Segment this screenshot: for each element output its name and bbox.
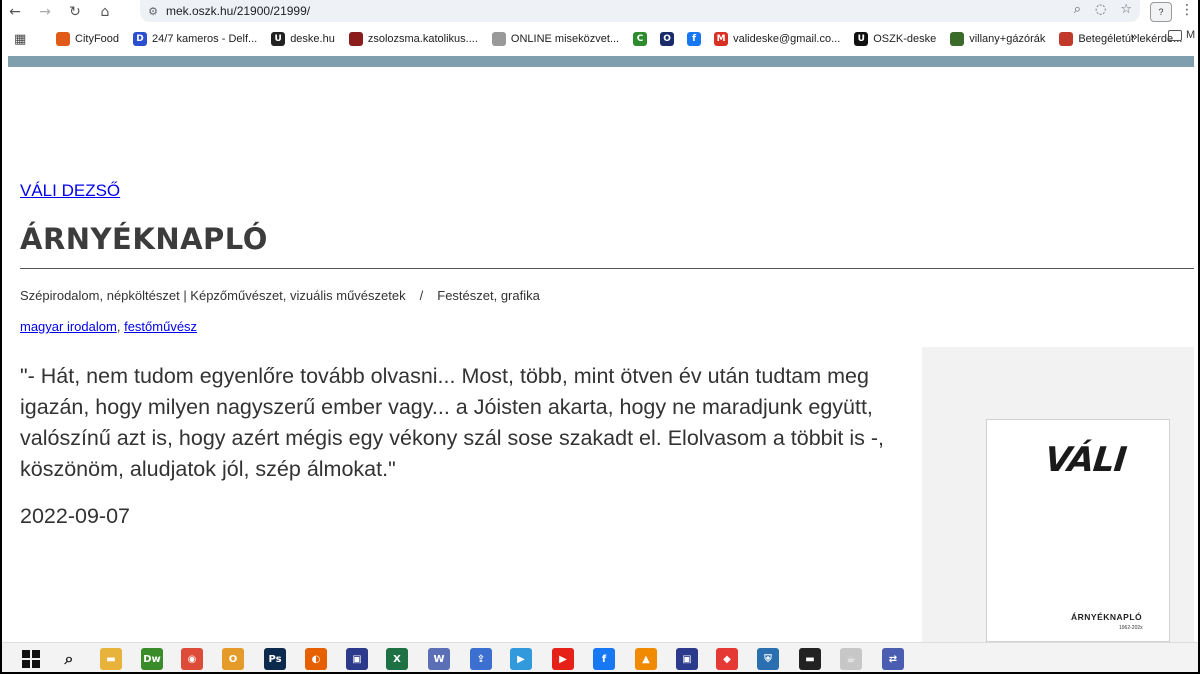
- youtube-icon[interactable]: ▶: [552, 648, 574, 670]
- bookmark-item[interactable]: f: [687, 32, 706, 46]
- green-circle-icon: C: [633, 32, 648, 46]
- zsolozsma-icon: [348, 32, 363, 46]
- bookmarks-bar: ▦ CityFood D 24/7 kameros - Delf... Udeske.…: [0, 26, 1200, 52]
- tag-separator: ,: [116, 319, 121, 334]
- network-app-icon[interactable]: ⇄: [882, 648, 904, 670]
- bookmark-item[interactable]: Mvalideske@gmail.co...: [714, 32, 840, 46]
- mise-icon: [491, 32, 506, 46]
- menu-dots-icon[interactable]: ⋮: [1180, 2, 1194, 18]
- forward-arrow-icon[interactable]: →: [30, 1, 60, 23]
- media-app-icon[interactable]: ▶: [510, 648, 532, 670]
- beteg-icon: [1059, 32, 1074, 46]
- bookmark-label: deske.hu: [290, 33, 335, 45]
- folder-icon: [1168, 29, 1182, 41]
- browser-toolbar: ← → ↻ ⌂ ⚙ mek.oszk.hu/21900/21999/ ⌕ ◌ ☆…: [0, 0, 1200, 24]
- floppy-icon[interactable]: ▣: [676, 648, 698, 670]
- page-title: ÁRNYÉKNAPLÓ: [20, 222, 268, 256]
- address-bar[interactable]: ⚙ mek.oszk.hu/21900/21999/ ⌕ ◌ ☆: [140, 0, 1140, 22]
- title-divider: [20, 268, 1194, 269]
- outlook-icon[interactable]: O: [222, 648, 244, 670]
- book-cover-image[interactable]: VÁLI ÁRNYÉKNAPLÓ 1962-202x: [986, 419, 1170, 642]
- oszk-icon: U: [854, 32, 869, 46]
- tag-link-festomuvesz[interactable]: festőművész: [124, 319, 197, 334]
- back-arrow-icon[interactable]: ←: [0, 1, 30, 23]
- bookmark-item[interactable]: D 24/7 kameros - Delf...: [133, 32, 257, 46]
- profile-avatar[interactable]: ?: [1150, 2, 1172, 22]
- bookmark-label: ONLINE miseközvet...: [510, 33, 620, 45]
- dreamweaver-icon[interactable]: Dw: [141, 648, 163, 670]
- bookmark-star-icon[interactable]: ☆: [1120, 2, 1132, 17]
- save-app-icon[interactable]: ▣: [346, 648, 368, 670]
- category-separator: /: [419, 288, 424, 303]
- deske-icon: U: [271, 32, 286, 46]
- facebook-taskbar-icon[interactable]: f: [593, 648, 615, 670]
- bookmark-label: valideske@gmail.co...: [733, 33, 841, 45]
- bookmark-item[interactable]: Betegéletút lekérde...: [1059, 32, 1182, 46]
- windows-taskbar: ⌕ ▬ Dw ◉ O Ps ◐ ▣ X W ⇪ ▶ ▶ f ▲ ▣ ◆ ⛨ ▬ ☕ ⇄: [0, 642, 1200, 674]
- excel-icon[interactable]: X: [386, 648, 408, 670]
- cover-years-text: 1962-202x: [1119, 625, 1143, 631]
- bookmark-item[interactable]: O: [660, 32, 679, 46]
- bookmark-label: zsolozsma.katolikus....: [367, 33, 478, 45]
- delfi-icon: D: [133, 32, 148, 46]
- category-breadcrumb: Szépirodalom, népköltészet | Képzőművész…: [20, 288, 540, 303]
- word-app-icon[interactable]: W: [428, 648, 450, 670]
- photoshop-icon[interactable]: Ps: [264, 648, 286, 670]
- tag-link-magyar-irodalom[interactable]: magyar irodalom: [20, 319, 117, 334]
- category-main: Szépirodalom, népköltészet | Képzőművész…: [20, 288, 406, 303]
- chrome-icon[interactable]: ◉: [181, 648, 203, 670]
- more-bookmarks-icon[interactable]: »: [1130, 30, 1138, 45]
- bookmark-item[interactable]: CityFood: [56, 32, 119, 46]
- cover-author-text: VÁLI: [1042, 440, 1128, 480]
- terminal-icon[interactable]: ▬: [799, 648, 821, 670]
- cityfood-icon: [56, 32, 70, 46]
- site-header-strip: [8, 56, 1194, 67]
- villany-icon: [950, 32, 965, 46]
- bookmark-label: villany+gázórák: [969, 33, 1046, 45]
- o-icon: O: [660, 32, 675, 46]
- bookmark-item[interactable]: U OSZK-deske: [854, 32, 936, 46]
- facebook-icon: f: [687, 32, 702, 46]
- address-url[interactable]: mek.oszk.hu/21900/21999/: [166, 4, 310, 18]
- java-icon[interactable]: ☕: [840, 648, 862, 670]
- windows-start-icon[interactable]: [20, 648, 42, 670]
- apps-grid-icon[interactable]: ▦: [14, 32, 36, 47]
- author-link[interactable]: VÁLI DEZSŐ: [20, 181, 120, 201]
- firefox-icon[interactable]: ◐: [305, 648, 327, 670]
- reload-icon[interactable]: ↻: [60, 1, 90, 23]
- address-bar-actions: ⌕ ◌ ☆: [1074, 2, 1132, 17]
- bookmark-item[interactable]: villany+gázórák: [950, 32, 1045, 46]
- quote-date: 2022-09-07: [20, 504, 130, 528]
- anydesk-icon[interactable]: ◆: [716, 648, 738, 670]
- tag-list: magyar irodalom, festőművész: [20, 319, 197, 334]
- home-icon[interactable]: ⌂: [90, 1, 120, 23]
- file-explorer-icon[interactable]: ▬: [100, 648, 122, 670]
- bookmark-label: CityFood: [75, 33, 120, 45]
- reader-quote: "- Hát, nem tudom egyenlőre tovább olvas…: [20, 364, 884, 481]
- upload-app-icon[interactable]: ⇪: [470, 648, 492, 670]
- bookmark-label: 24/7 kameros - Delf...: [152, 33, 258, 45]
- bookmark-item[interactable]: ONLINE miseközvet...: [491, 32, 620, 46]
- gmail-icon: M: [714, 32, 729, 46]
- site-info-icon[interactable]: ⚙: [140, 5, 166, 18]
- search-icon[interactable]: ⌕: [58, 648, 80, 670]
- bookmark-item[interactable]: C: [633, 32, 652, 46]
- cover-title-text: ÁRNYÉKNAPLÓ: [1071, 612, 1143, 622]
- bookmark-item[interactable]: Udeske.hu: [271, 32, 335, 46]
- bookmark-folder-label: M: [1186, 29, 1196, 41]
- shield-app-icon[interactable]: ⛨: [757, 648, 779, 670]
- bookmark-label: OSZK-deske: [873, 33, 937, 45]
- zoom-icon[interactable]: ⌕: [1074, 2, 1081, 17]
- vlc-icon[interactable]: ▲: [635, 648, 657, 670]
- category-sub: Festészet, grafika: [437, 288, 540, 303]
- eye-off-icon[interactable]: ◌: [1095, 2, 1106, 17]
- bookmark-folder[interactable]: M: [1168, 29, 1195, 41]
- bookmark-item[interactable]: zsolozsma.katolikus....: [348, 32, 478, 46]
- bookmark-list: CityFood D 24/7 kameros - Delf... Udeske.hu…: [56, 32, 1196, 46]
